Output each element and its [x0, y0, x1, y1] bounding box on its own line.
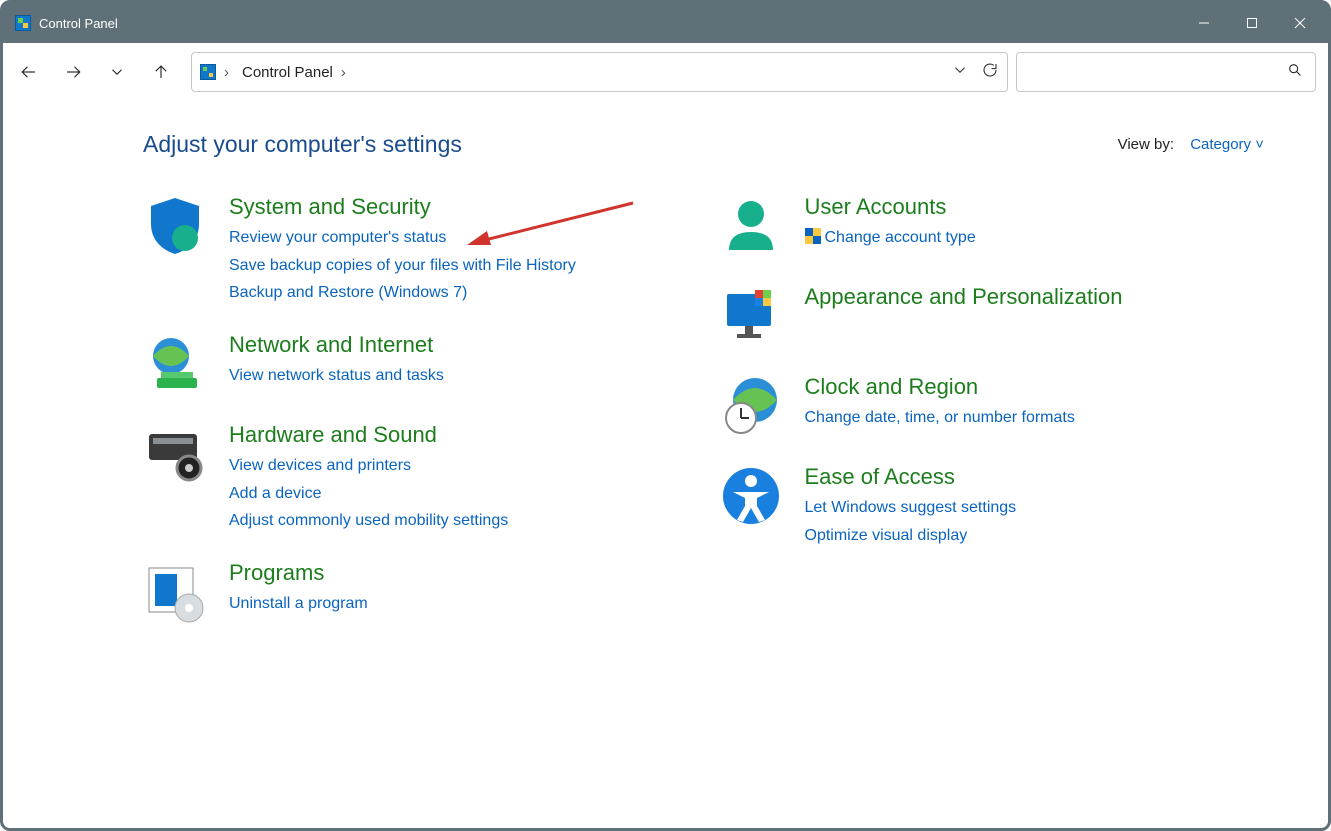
- up-button[interactable]: [139, 50, 183, 94]
- close-button[interactable]: [1276, 3, 1324, 43]
- sublink[interactable]: Let Windows suggest settings: [805, 494, 1017, 521]
- sublink[interactable]: Change date, time, or number formats: [805, 404, 1075, 431]
- shield-icon: [143, 194, 207, 258]
- sublink[interactable]: View devices and printers: [229, 452, 508, 479]
- user-icon: [719, 194, 783, 258]
- content-area: Adjust your computer's settings View by:…: [3, 101, 1328, 828]
- view-by-value: Category: [1190, 136, 1251, 153]
- category-hardware-sound: Hardware and Sound View devices and prin…: [143, 422, 689, 534]
- appearance-personalization-link[interactable]: Appearance and Personalization: [805, 284, 1123, 310]
- address-bar[interactable]: › Control Panel ›: [191, 52, 1008, 92]
- category-user-accounts: User Accounts Change account type: [719, 194, 1265, 258]
- category-system-security: System and Security Review your computer…: [143, 194, 689, 306]
- left-column: System and Security Review your computer…: [143, 194, 689, 624]
- maximize-button[interactable]: [1228, 3, 1276, 43]
- category-programs: Programs Uninstall a program: [143, 560, 689, 624]
- sublink-text: Change account type: [825, 229, 976, 246]
- appearance-icon: [719, 284, 783, 348]
- category-ease-of-access: Ease of Access Let Windows suggest setti…: [719, 464, 1265, 549]
- control-panel-icon: [15, 15, 31, 31]
- hardware-sound-link[interactable]: Hardware and Sound: [229, 422, 508, 448]
- chevron-right-icon: ›: [224, 64, 234, 81]
- sublink[interactable]: Optimize visual display: [805, 522, 1017, 549]
- breadcrumb[interactable]: Control Panel: [242, 64, 333, 81]
- address-history-button[interactable]: [951, 61, 969, 83]
- minimize-button[interactable]: [1180, 3, 1228, 43]
- hardware-icon: [143, 422, 207, 486]
- chevron-right-icon: ›: [341, 64, 351, 81]
- uac-shield-icon: [805, 228, 821, 244]
- sublink[interactable]: Backup and Restore (Windows 7): [229, 279, 576, 306]
- view-by-control: View by: Category ˅: [1118, 136, 1264, 153]
- search-input[interactable]: [1016, 52, 1316, 92]
- sublink[interactable]: Review your computer's status: [229, 224, 576, 251]
- category-network-internet: Network and Internet View network status…: [143, 332, 689, 396]
- toolbar: › Control Panel ›: [3, 43, 1328, 101]
- category-appearance-personalization: Appearance and Personalization: [719, 284, 1265, 348]
- sublink[interactable]: Change account type: [805, 224, 976, 251]
- network-internet-link[interactable]: Network and Internet: [229, 332, 444, 358]
- control-panel-icon: [200, 64, 216, 80]
- page-title: Adjust your computer's settings: [143, 131, 462, 158]
- clock-icon: [719, 374, 783, 438]
- back-button[interactable]: [7, 50, 51, 94]
- recent-locations-button[interactable]: [95, 50, 139, 94]
- window-title: Control Panel: [39, 16, 118, 31]
- forward-button[interactable]: [51, 50, 95, 94]
- user-accounts-link[interactable]: User Accounts: [805, 194, 976, 220]
- sublink[interactable]: Uninstall a program: [229, 590, 368, 617]
- clock-region-link[interactable]: Clock and Region: [805, 374, 1075, 400]
- view-by-dropdown[interactable]: Category ˅: [1190, 136, 1264, 153]
- right-column: User Accounts Change account type Appear…: [719, 194, 1265, 624]
- sublink[interactable]: View network status and tasks: [229, 362, 444, 389]
- system-security-link[interactable]: System and Security: [229, 194, 576, 220]
- titlebar: Control Panel: [3, 3, 1328, 43]
- category-clock-region: Clock and Region Change date, time, or n…: [719, 374, 1265, 438]
- sublink[interactable]: Save backup copies of your files with Fi…: [229, 252, 576, 279]
- search-icon: [1287, 62, 1303, 83]
- sublink[interactable]: Adjust commonly used mobility settings: [229, 507, 508, 534]
- ease-of-access-link[interactable]: Ease of Access: [805, 464, 1017, 490]
- sublink[interactable]: Add a device: [229, 480, 508, 507]
- programs-icon: [143, 560, 207, 624]
- refresh-button[interactable]: [981, 61, 999, 83]
- programs-link[interactable]: Programs: [229, 560, 368, 586]
- ease-of-access-icon: [719, 464, 783, 528]
- chevron-down-icon: ˅: [1255, 136, 1264, 153]
- network-icon: [143, 332, 207, 396]
- view-by-label: View by:: [1118, 136, 1174, 153]
